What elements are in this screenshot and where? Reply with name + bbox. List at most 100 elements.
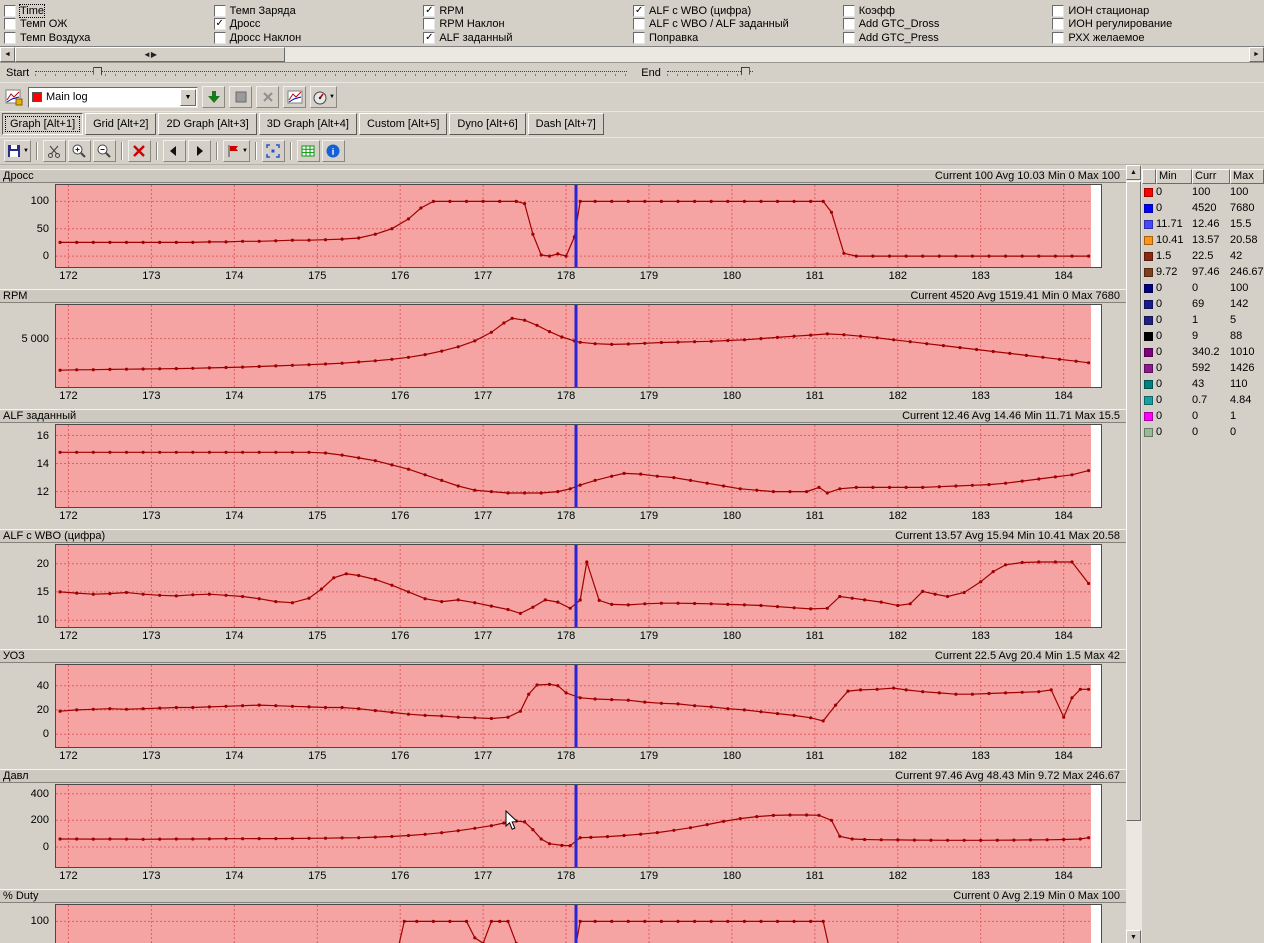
signal-checkbox-2-0[interactable]: ✓ RPM xyxy=(423,4,633,17)
scroll-right-button[interactable]: ► xyxy=(1249,47,1264,62)
checkbox-box-icon[interactable] xyxy=(842,18,855,30)
tab-dash[interactable]: Dash [Alt+7] xyxy=(527,113,604,135)
grid-toggle-button[interactable] xyxy=(296,140,320,162)
tab-3d[interactable]: 3D Graph [Alt+4] xyxy=(258,113,357,135)
sidebar-row-5[interactable]: 9.72 97.46 246.67 xyxy=(1142,264,1264,280)
signal-checkbox-1-0[interactable]: Темп Заряда xyxy=(213,4,424,17)
sidebar-row-9[interactable]: 0 9 88 xyxy=(1142,328,1264,344)
sidebar-row-15[interactable]: 0 0 0 xyxy=(1142,424,1264,440)
signal-checkbox-0-2[interactable]: Темп Воздуха xyxy=(4,31,214,44)
sidebar-row-11[interactable]: 0 592 1426 xyxy=(1142,360,1264,376)
sidebar-row-0[interactable]: 0 100 100 xyxy=(1142,184,1264,200)
checkbox-box-icon[interactable] xyxy=(423,18,436,30)
sidebar-row-3[interactable]: 10.41 13.57 20.58 xyxy=(1142,232,1264,248)
end-slider[interactable] xyxy=(666,65,753,81)
checkbox-box-icon[interactable] xyxy=(842,31,855,44)
checkbox-box-icon[interactable] xyxy=(213,4,226,17)
checkbox-box-icon[interactable] xyxy=(4,18,16,30)
sidebar-row-1[interactable]: 0 4520 7680 xyxy=(1142,200,1264,216)
end-slider-thumb[interactable] xyxy=(740,66,750,80)
checkbox-box-icon[interactable] xyxy=(633,31,646,44)
plot-area[interactable] xyxy=(55,184,1102,268)
start-slider[interactable] xyxy=(35,65,628,81)
signal-checkbox-3-0[interactable]: ✓ ALF с WBO (цифра) xyxy=(633,4,843,17)
end-slider-track[interactable] xyxy=(666,70,753,76)
signal-checkbox-0-1[interactable]: Темп ОЖ xyxy=(4,18,214,31)
signal-checkbox-4-1[interactable]: Add GTC_Dross xyxy=(842,18,1053,31)
sidebar-row-4[interactable]: 1.5 22.5 42 xyxy=(1142,248,1264,264)
checkbox-box-icon[interactable] xyxy=(213,31,226,44)
scroll-down-button[interactable]: ▼ xyxy=(1126,930,1141,943)
delete-button[interactable] xyxy=(127,140,151,162)
checkbox-box-icon[interactable]: ✓ xyxy=(423,31,436,44)
signal-checkbox-1-1[interactable]: ✓ Дросс xyxy=(213,18,424,31)
next-button[interactable] xyxy=(187,140,211,162)
signal-checkbox-2-1[interactable]: RPM Наклон xyxy=(423,18,633,31)
fit-view-button[interactable] xyxy=(261,140,285,162)
checkbox-box-icon[interactable] xyxy=(4,31,16,44)
signal-checkbox-4-0[interactable]: Коэфф xyxy=(842,4,1053,17)
tab-dyno[interactable]: Dyno [Alt+6] xyxy=(449,113,526,135)
signal-checkbox-1-2[interactable]: Дросс Наклон xyxy=(213,31,424,44)
tab-custom[interactable]: Custom [Alt+5] xyxy=(358,113,448,135)
sidebar-row-8[interactable]: 0 1 5 xyxy=(1142,312,1264,328)
sidebar-row-12[interactable]: 0 43 110 xyxy=(1142,376,1264,392)
close-log-button[interactable] xyxy=(256,86,279,108)
signal-checkbox-2-2[interactable]: ✓ ALF заданный xyxy=(423,31,633,44)
checkbox-box-icon[interactable]: ✓ xyxy=(423,4,436,17)
checkbox-box-icon[interactable]: ✓ xyxy=(213,18,226,30)
log-options-button[interactable]: ▼ xyxy=(310,86,337,108)
tab-grid[interactable]: Grid [Alt+2] xyxy=(85,113,157,135)
signal-checkbox-5-2[interactable]: РХХ желаемое xyxy=(1052,31,1262,44)
start-slider-thumb[interactable] xyxy=(93,66,103,80)
checkbox-box-icon[interactable] xyxy=(842,4,855,17)
marker-dropdown-icon[interactable]: ▼ xyxy=(242,148,248,154)
hscrollbar-thumb[interactable]: ◄▶ xyxy=(15,47,285,62)
vscrollbar-thumb[interactable] xyxy=(1126,181,1141,821)
tab-graph[interactable]: Graph [Alt+1] xyxy=(2,113,84,135)
load-log-button[interactable] xyxy=(202,86,225,108)
checkbox-box-icon[interactable]: ✓ xyxy=(633,4,646,17)
signal-checkbox-0-0[interactable]: Time xyxy=(4,3,214,18)
stop-button[interactable] xyxy=(229,86,252,108)
vertical-scrollbar[interactable]: ▲ ▼ xyxy=(1126,165,1142,943)
sidebar-row-10[interactable]: 0 340.2 1010 xyxy=(1142,344,1264,360)
signal-checkbox-4-2[interactable]: Add GTC_Press xyxy=(842,31,1053,44)
signal-checkbox-3-1[interactable]: ALF с WBO / ALF заданный xyxy=(633,18,843,31)
marker-button[interactable]: ▼ xyxy=(222,140,250,162)
checkbox-box-icon[interactable] xyxy=(1052,31,1065,44)
checkbox-box-icon[interactable] xyxy=(1052,18,1065,30)
info-button[interactable]: i xyxy=(321,140,345,162)
signal-checkbox-5-1[interactable]: ИОН регулирование xyxy=(1052,18,1262,31)
sidebar-row-14[interactable]: 0 0 1 xyxy=(1142,408,1264,424)
zoom-out-button[interactable] xyxy=(92,140,116,162)
checkbox-box-icon[interactable] xyxy=(633,18,646,30)
sidebar-row-6[interactable]: 0 0 100 xyxy=(1142,280,1264,296)
plot-area[interactable] xyxy=(55,424,1102,508)
scroll-up-button[interactable]: ▲ xyxy=(1126,165,1141,180)
plot-area[interactable] xyxy=(55,904,1102,943)
tab-2d[interactable]: 2D Graph [Alt+3] xyxy=(158,113,257,135)
signal-checkbox-3-2[interactable]: Поправка xyxy=(633,31,843,44)
prev-button[interactable] xyxy=(162,140,186,162)
log-selector[interactable]: Main log ▼ xyxy=(28,86,198,108)
plot-area[interactable] xyxy=(55,544,1102,628)
checkbox-box-icon[interactable] xyxy=(4,4,16,17)
checkbox-box-icon[interactable] xyxy=(1052,4,1065,17)
plot-area[interactable] xyxy=(55,664,1102,748)
open-chart-button[interactable] xyxy=(283,86,306,108)
save-button[interactable]: ▼ xyxy=(4,140,31,162)
plot-area[interactable] xyxy=(55,784,1102,868)
save-dropdown-icon[interactable]: ▼ xyxy=(23,148,29,154)
hscrollbar-track[interactable]: ◄▶ xyxy=(15,47,1249,62)
zoom-in-button[interactable] xyxy=(67,140,91,162)
sidebar-row-7[interactable]: 0 69 142 xyxy=(1142,296,1264,312)
scroll-left-button[interactable]: ◄ xyxy=(0,47,15,62)
sidebar-row-13[interactable]: 0 0.7 4.84 xyxy=(1142,392,1264,408)
sidebar-row-2[interactable]: 11.71 12.46 15.5 xyxy=(1142,216,1264,232)
cut-button[interactable] xyxy=(42,140,66,162)
start-slider-track[interactable] xyxy=(35,70,628,76)
signal-checkbox-5-0[interactable]: ИОН стационар xyxy=(1052,4,1262,17)
horizontal-scrollbar[interactable]: ◄ ◄▶ ► xyxy=(0,47,1264,63)
plot-area[interactable] xyxy=(55,304,1102,388)
